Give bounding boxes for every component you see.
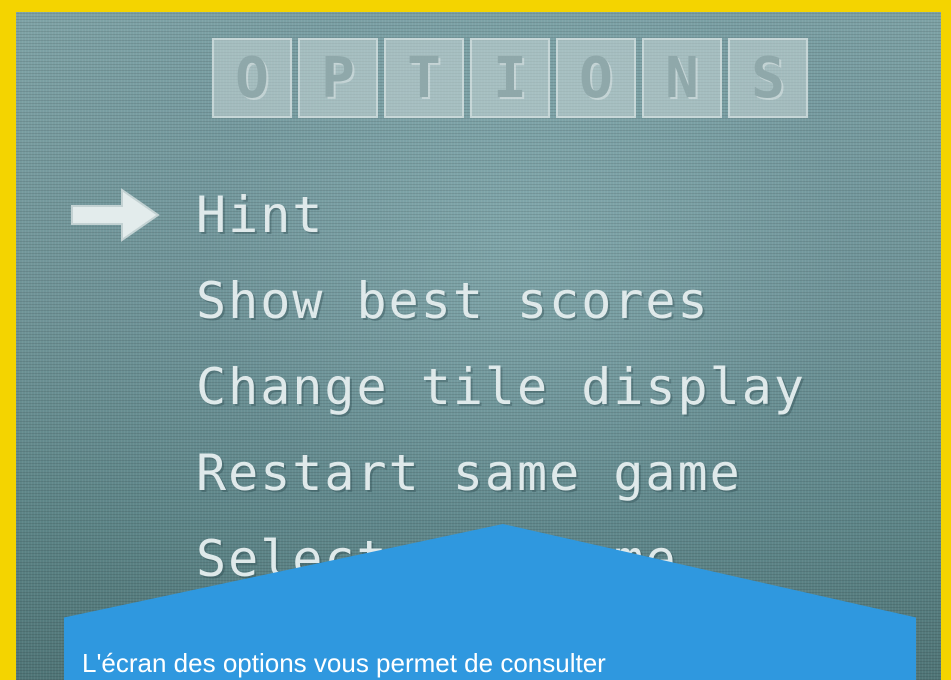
menu-item-restart-same-game[interactable]: Restart same game bbox=[196, 430, 806, 516]
menu-item-change-tile-display[interactable]: Change tile display bbox=[196, 344, 806, 430]
caption-text: L'écran des options vous permet de consu… bbox=[82, 648, 606, 678]
title-letter: P bbox=[298, 38, 378, 118]
magazine-frame: O P T I O N S Hint Show best scores Chan… bbox=[0, 0, 951, 680]
title-letter: S bbox=[728, 38, 808, 118]
options-title: O P T I O N S bbox=[212, 38, 808, 118]
title-letter: I bbox=[470, 38, 550, 118]
title-letter: O bbox=[212, 38, 292, 118]
arrow-right-icon bbox=[71, 188, 160, 242]
title-letter: O bbox=[556, 38, 636, 118]
title-letter: N bbox=[642, 38, 722, 118]
title-letter: T bbox=[384, 38, 464, 118]
menu-item-show-best-scores[interactable]: Show best scores bbox=[196, 258, 806, 344]
menu-item-hint[interactable]: Hint bbox=[196, 172, 806, 258]
